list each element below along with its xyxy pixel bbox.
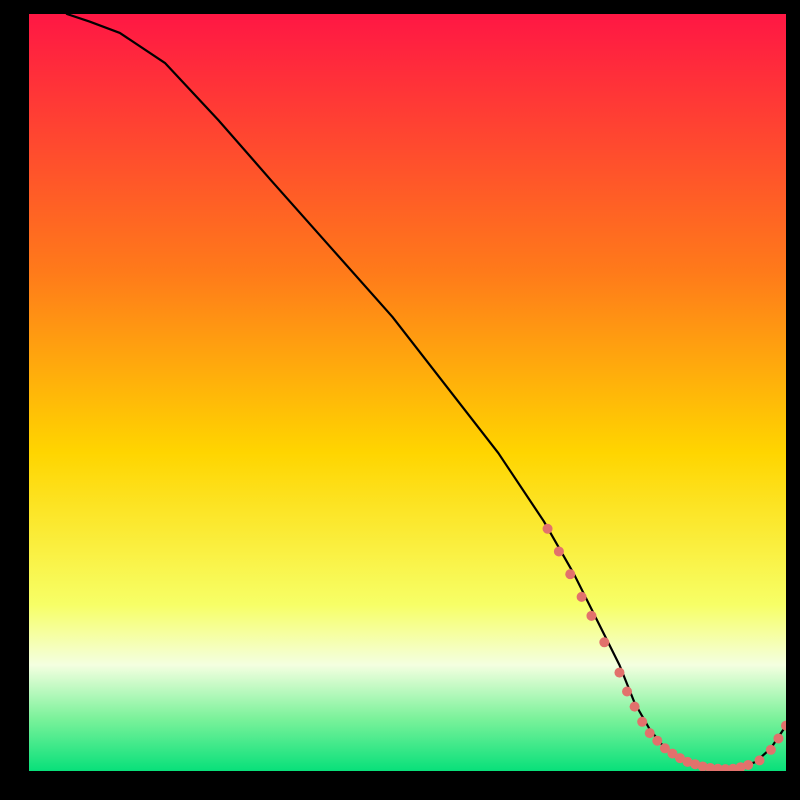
- data-point: [755, 755, 765, 765]
- data-point: [766, 745, 776, 755]
- data-point: [565, 569, 575, 579]
- data-point: [577, 592, 587, 602]
- gradient-background: [29, 14, 786, 771]
- data-point: [614, 668, 624, 678]
- data-point: [630, 702, 640, 712]
- data-point: [637, 717, 647, 727]
- data-point: [645, 728, 655, 738]
- data-point: [743, 760, 753, 770]
- data-point: [773, 733, 783, 743]
- data-point: [586, 611, 596, 621]
- data-point: [622, 687, 632, 697]
- chart-frame: TheBottleneck.com: [29, 14, 786, 771]
- bottleneck-chart: [29, 14, 786, 771]
- data-point: [554, 546, 564, 556]
- data-point: [599, 637, 609, 647]
- data-point: [652, 736, 662, 746]
- data-point: [543, 524, 553, 534]
